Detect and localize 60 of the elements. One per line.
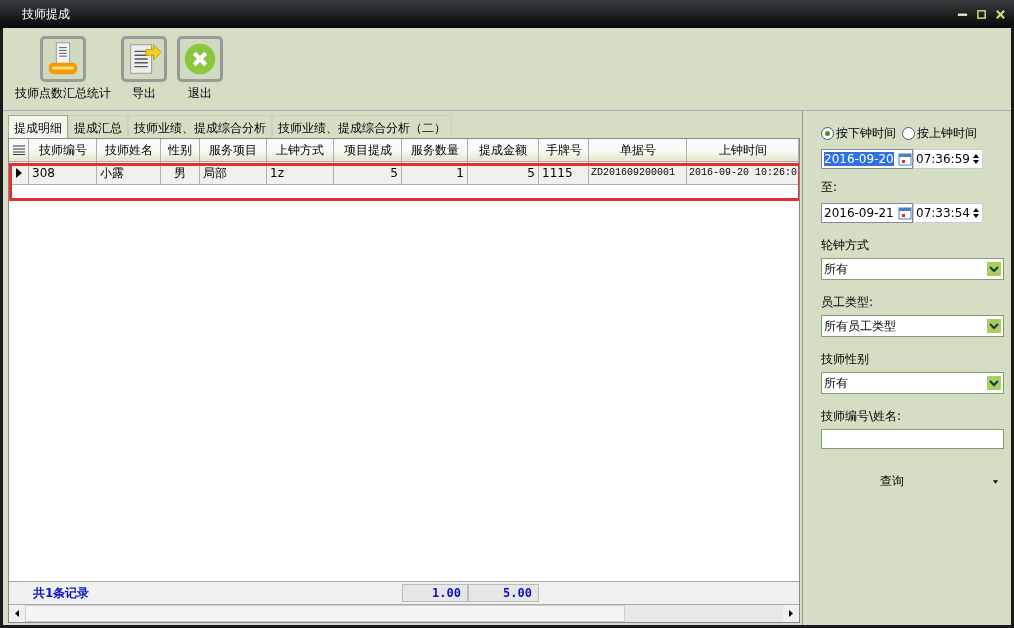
window-title: 技师提成	[22, 5, 70, 23]
date-field[interactable]: 2016-09-21	[821, 203, 913, 223]
tab[interactable]: 技师业绩、提成综合分析（二）	[272, 115, 452, 138]
dropdown[interactable]: 所有员工类型	[821, 315, 1004, 337]
chevron-down-icon	[987, 376, 1001, 390]
time-field[interactable]: 07:33:54	[913, 203, 983, 223]
column-header[interactable]: 性别	[161, 139, 200, 161]
dropdown[interactable]: 所有	[821, 258, 1004, 280]
query-button[interactable]: 查询	[876, 471, 908, 492]
maximize-icon[interactable]	[976, 8, 987, 20]
column-header[interactable]: 项目提成	[334, 139, 402, 161]
table-cell: 1115	[539, 162, 589, 184]
table-cell: ZD201609200001	[589, 162, 687, 184]
calendar-icon[interactable]	[898, 206, 912, 220]
column-header[interactable]: 服务项目	[200, 139, 267, 161]
column-header[interactable]: 技师编号	[29, 139, 97, 161]
table-cell: 1	[402, 162, 468, 184]
tab[interactable]: 提成汇总	[68, 115, 128, 138]
radio-button[interactable]: 按上钟时间	[902, 125, 977, 142]
horizontal-scrollbar[interactable]	[9, 604, 799, 622]
field-label: 技师编号\姓名:	[821, 408, 903, 425]
table-cell: 308	[29, 162, 97, 184]
column-header[interactable]: 提成金额	[468, 139, 539, 161]
tab[interactable]: 提成明细	[8, 115, 68, 138]
field-label: 技师性别	[821, 351, 870, 368]
column-header[interactable]: 技师姓名	[97, 139, 161, 161]
field-label: 员工类型:	[821, 294, 875, 311]
column-header[interactable]: 服务数量	[402, 139, 468, 161]
time-field[interactable]: 07:36:59	[913, 149, 983, 169]
total-value: 1.00	[402, 584, 468, 602]
field-label: 轮钟方式	[821, 237, 870, 254]
column-header[interactable]: 上钟时间	[687, 139, 799, 161]
table-cell: 1z	[267, 162, 334, 184]
column-header[interactable]: 上钟方式	[267, 139, 334, 161]
table-cell: 男	[161, 162, 200, 184]
table-cell: 5	[468, 162, 539, 184]
close-icon[interactable]	[995, 8, 1006, 20]
calendar-icon[interactable]	[898, 152, 912, 166]
chevron-down-icon	[987, 262, 1001, 276]
record-count: 共1条记录	[32, 584, 91, 602]
radio-button[interactable]: 按下钟时间	[821, 125, 896, 142]
table-cell: 2016-09-20 10:26:0	[687, 162, 799, 184]
date-field[interactable]: 2016-09-20	[821, 149, 913, 169]
table-cell: 小露	[97, 162, 161, 184]
column-header[interactable]: 单据号	[589, 139, 687, 161]
column-header[interactable]: 手牌号	[539, 139, 589, 161]
spinner-icon[interactable]	[973, 153, 979, 165]
table-cell: 局部	[200, 162, 267, 184]
input-field[interactable]	[821, 429, 1004, 449]
dropdown-arrow-icon[interactable]	[993, 479, 998, 484]
field-label: 至:	[821, 179, 839, 196]
chevron-down-icon	[987, 319, 1001, 333]
toolbar-button[interactable]: 技师点数汇总统计	[11, 36, 115, 102]
spinner-icon[interactable]	[973, 207, 979, 219]
list-icon	[12, 145, 25, 155]
total-value: 5.00	[468, 584, 539, 602]
current-row-icon	[15, 168, 22, 178]
table-cell: 5	[334, 162, 402, 184]
tab[interactable]: 技师业绩、提成综合分析	[128, 115, 272, 138]
dropdown[interactable]: 所有	[821, 372, 1004, 394]
